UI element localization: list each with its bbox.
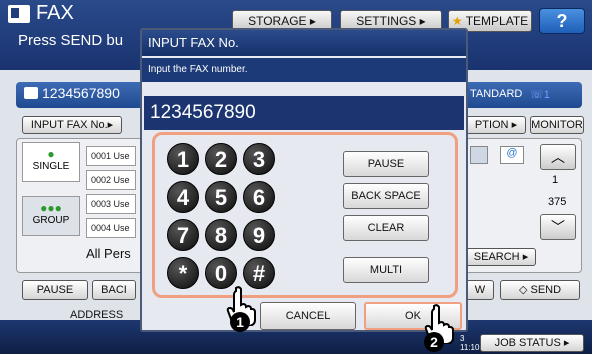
fax-number-display: 1234567890: [144, 96, 464, 130]
cancel-button[interactable]: CANCEL: [260, 302, 356, 330]
key-5[interactable]: 5: [205, 181, 237, 213]
send-button[interactable]: ◇ SEND: [500, 280, 580, 300]
key-3[interactable]: 3: [243, 143, 275, 175]
chevron-up-icon: ︿: [551, 149, 565, 165]
key-6[interactable]: 6: [243, 181, 275, 213]
group-icon: ●●●: [40, 201, 62, 215]
input-fax-dialog: INPUT FAX No. Input the FAX number. 1234…: [140, 28, 468, 332]
app-title: FAX: [8, 2, 74, 25]
address-row[interactable]: 0001 Use: [86, 146, 136, 166]
count-label: ☏1: [530, 89, 550, 101]
input-fax-no-button[interactable]: INPUT FAX No.▸: [22, 116, 122, 134]
search-button[interactable]: SEARCH ▸: [466, 248, 536, 266]
fax-icon: [24, 87, 38, 99]
page-total: 375: [548, 196, 567, 208]
arrow-icon: ▸: [107, 119, 114, 131]
arrow-icon: ▸: [563, 337, 570, 349]
callout-1-badge: 1: [230, 312, 250, 332]
keypad-area: 1 2 3 4 5 6 7 8 9 * 0 # PAUSE BACK SPACE…: [152, 132, 458, 298]
send-diamond-icon: ◇: [518, 284, 528, 296]
arrow-icon: ▸: [511, 119, 518, 131]
dropdown-arrow-icon: ▸: [419, 14, 426, 28]
monitor-button[interactable]: MONITOR: [530, 116, 584, 134]
help-button[interactable]: ?: [539, 8, 585, 34]
backspace-button[interactable]: BACK SPACE: [343, 183, 429, 209]
page-current: 1: [552, 174, 559, 186]
all-persons-label: All Pers: [86, 246, 131, 261]
instruction-text: Press SEND bu: [18, 32, 124, 49]
fax-screen: FAX Press SEND bu STORAGE ▸ SETTINGS ▸ ★…: [0, 0, 592, 354]
scroll-up-button[interactable]: ︿: [540, 144, 576, 170]
phone-icon: ☏: [530, 89, 544, 101]
key-9[interactable]: 9: [243, 219, 275, 251]
key-7[interactable]: 7: [167, 219, 199, 251]
address-row[interactable]: 0004 Use: [86, 218, 136, 238]
fax-list-icon: [470, 146, 488, 164]
job-status-button[interactable]: JOB STATUS ▸: [480, 334, 584, 352]
option-button[interactable]: PTION ▸: [466, 116, 526, 134]
fax-machine-icon: [8, 4, 30, 23]
key-4[interactable]: 4: [167, 181, 199, 213]
pause-key-button[interactable]: PAUSE: [343, 151, 429, 177]
person-icon: ●: [47, 147, 55, 161]
key-star[interactable]: *: [167, 257, 199, 289]
key-0[interactable]: 0: [205, 257, 237, 289]
chevron-down-icon: ﹀: [551, 219, 565, 235]
address-row[interactable]: 0002 Use: [86, 170, 136, 190]
pause-button[interactable]: PAUSE: [22, 280, 88, 300]
back-button[interactable]: BACI: [92, 280, 136, 300]
key-2[interactable]: 2: [205, 143, 237, 175]
star-icon: ★: [451, 14, 463, 28]
arrow-icon: ▸: [522, 251, 529, 263]
dropdown-arrow-icon: ▸: [309, 14, 316, 28]
multi-button[interactable]: MULTI: [343, 257, 429, 283]
key-8[interactable]: 8: [205, 219, 237, 251]
callout-2-badge: 2: [424, 332, 444, 352]
address-row[interactable]: 0003 Use: [86, 194, 136, 214]
scroll-down-button[interactable]: ﹀: [540, 214, 576, 240]
key-hash[interactable]: #: [243, 257, 275, 289]
clear-button[interactable]: CLEAR: [343, 215, 429, 241]
key-1[interactable]: 1: [167, 143, 199, 175]
standard-label: TANDARD: [470, 88, 523, 100]
dialog-title: INPUT FAX No.: [142, 30, 466, 56]
w-button[interactable]: W: [466, 280, 494, 300]
destination-number: 1234567890: [24, 85, 120, 101]
email-icon: @: [500, 146, 524, 164]
tab-single[interactable]: ● SINGLE: [22, 142, 80, 182]
clock: 3 11:10: [460, 334, 480, 352]
tab-group[interactable]: ●●● GROUP: [22, 196, 80, 236]
dialog-instruction: Input the FAX number.: [142, 58, 466, 82]
